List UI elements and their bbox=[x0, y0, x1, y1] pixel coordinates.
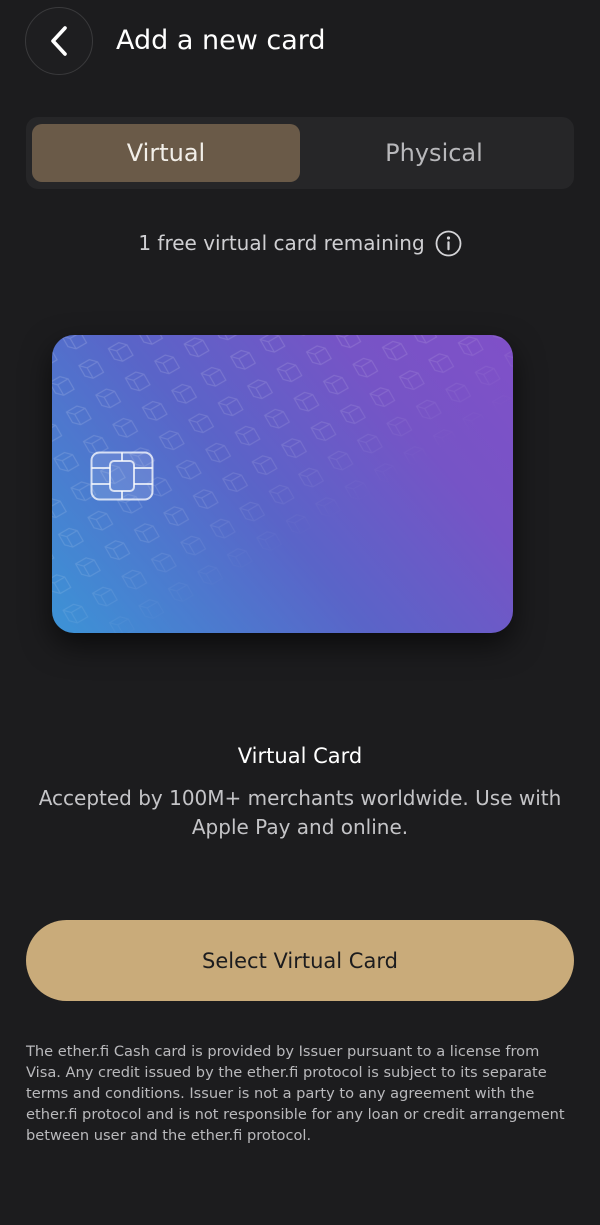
info-icon[interactable] bbox=[435, 230, 462, 257]
card-type-description: Accepted by 100M+ merchants worldwide. U… bbox=[38, 786, 562, 839]
add-card-screen: Add a new card Virtual Physical 1 free v… bbox=[0, 0, 600, 1225]
legal-disclaimer: The ether.fi Cash card is provided by Is… bbox=[26, 1043, 565, 1144]
card-type-title: Virtual Card bbox=[237, 744, 363, 768]
card-chip-icon bbox=[90, 451, 154, 505]
page-title: Add a new card bbox=[116, 25, 326, 56]
remaining-cards-notice: 1 free virtual card remaining bbox=[0, 226, 600, 260]
card-type-tabs: Virtual Physical bbox=[26, 117, 574, 189]
tab-physical[interactable]: Physical bbox=[300, 124, 568, 182]
tab-virtual[interactable]: Virtual bbox=[32, 124, 300, 182]
back-button[interactable] bbox=[25, 7, 93, 75]
remaining-text: 1 free virtual card remaining bbox=[138, 231, 425, 255]
select-virtual-card-button[interactable]: Select Virtual Card bbox=[26, 920, 574, 1001]
virtual-card-preview bbox=[52, 335, 513, 633]
chevron-left-icon bbox=[47, 24, 71, 58]
